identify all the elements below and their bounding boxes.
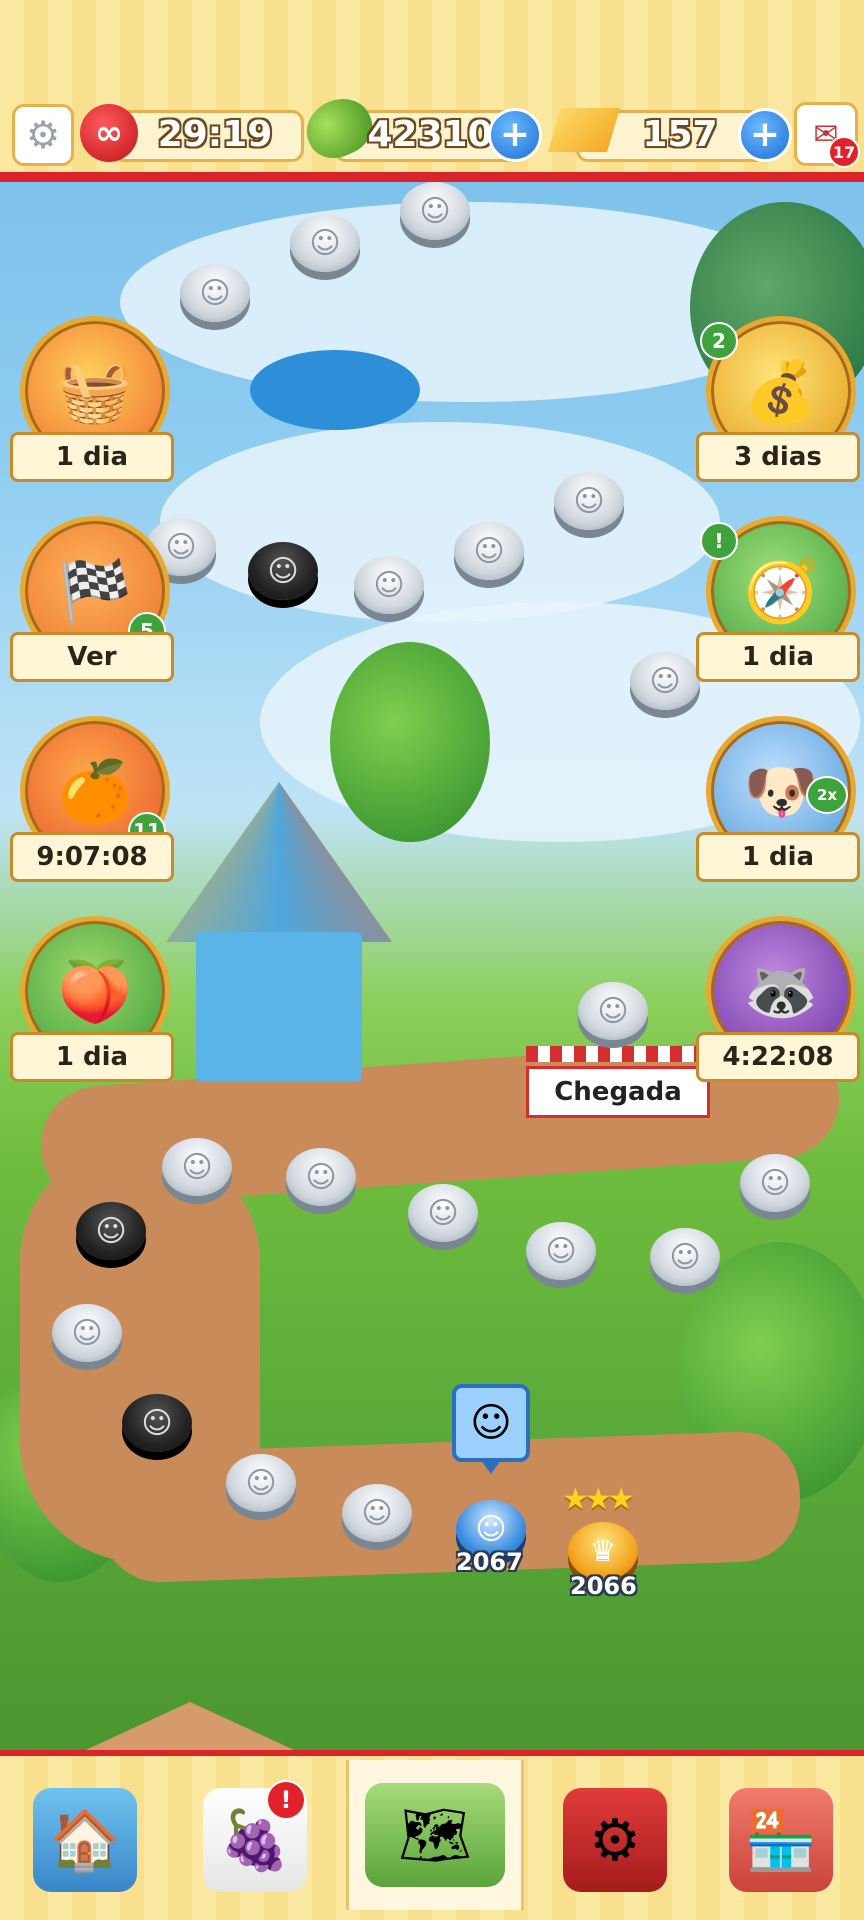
event-timer: 1 dia xyxy=(10,1032,174,1082)
gold-value: 157 xyxy=(642,113,718,155)
birdhouse-roof xyxy=(166,782,392,942)
level-node-locked[interactable]: ☺ xyxy=(630,652,700,710)
add-gold-button[interactable]: + xyxy=(738,108,792,162)
event-count-badge: 2 xyxy=(700,322,738,360)
map-icon: 🗺 xyxy=(365,1783,505,1887)
level-node-locked[interactable]: ☺ xyxy=(354,556,424,614)
event-multiplier-badge: 2x xyxy=(806,776,848,814)
shield-gear-icon: ⚙ xyxy=(563,1788,667,1892)
nav-tab-calendar[interactable]: 🍇 xyxy=(180,1770,330,1910)
plus-icon: + xyxy=(749,114,781,155)
plus-icon: + xyxy=(499,114,531,155)
event-timer: 3 dias xyxy=(696,432,860,482)
nav-tab-map[interactable]: 🗺 xyxy=(346,1760,524,1910)
completed-level-number: 2066 xyxy=(570,1572,637,1600)
level-node-locked[interactable]: ☺ xyxy=(650,1228,720,1286)
level-node-special[interactable]: ☺ xyxy=(122,1394,192,1452)
event-timer: 4:22:08 xyxy=(696,1032,860,1082)
nav-tab-shop[interactable]: 🏪 xyxy=(706,1770,856,1910)
add-beans-button[interactable]: + xyxy=(488,108,542,162)
level-node-locked[interactable]: ☺ xyxy=(286,1148,356,1206)
shop-stand-icon: 🏪 xyxy=(729,1788,833,1892)
finish-banner: Chegada xyxy=(526,1066,710,1118)
event-timer: 1 dia xyxy=(696,832,860,882)
event-alert-badge: ! xyxy=(700,522,738,560)
gear-icon: ⚙ xyxy=(25,113,61,157)
event-timer: 1 dia xyxy=(10,432,174,482)
level-node-locked[interactable]: ☺ xyxy=(226,1454,296,1512)
level-node-locked[interactable]: ☺ xyxy=(180,264,250,322)
nav-tab-farm[interactable]: 🏠 xyxy=(10,1770,160,1910)
level-node-special[interactable]: ☺ xyxy=(248,542,318,600)
lives-timer: 29:19 xyxy=(157,113,273,155)
level-node-locked[interactable]: ☺ xyxy=(408,1184,478,1242)
beans-value: 42310 xyxy=(367,113,493,155)
dirt-path xyxy=(97,1429,803,1585)
level-node-locked[interactable]: ☺ xyxy=(554,472,624,530)
level-node-locked[interactable]: ☺ xyxy=(52,1304,122,1362)
nav-tab-league[interactable]: ⚙ xyxy=(540,1770,690,1910)
event-view-label: Ver xyxy=(10,632,174,682)
inbox-count-badge: 17 xyxy=(828,136,860,168)
player-avatar-icon: ☺ xyxy=(452,1384,530,1474)
event-timer: 1 dia xyxy=(696,632,860,682)
level-node-special[interactable]: ☺ xyxy=(76,1202,146,1260)
birdhouse xyxy=(166,782,392,1082)
level-node-locked[interactable]: ☺ xyxy=(290,214,360,272)
level-node-locked[interactable]: ☺ xyxy=(162,1138,232,1196)
frozen-pond xyxy=(250,350,420,430)
level-node-locked[interactable]: ☺ xyxy=(578,982,648,1040)
top-bar-divider xyxy=(0,172,864,182)
settings-button[interactable]: ⚙ xyxy=(12,104,74,166)
level-node-locked[interactable]: ☺ xyxy=(342,1484,412,1542)
level-node-locked[interactable]: ☺ xyxy=(740,1154,810,1212)
finish-checker-strip xyxy=(526,1046,710,1062)
level-node-locked[interactable]: ☺ xyxy=(454,522,524,580)
level-node-locked[interactable]: ☺ xyxy=(400,182,470,240)
barn-icon: 🏠 xyxy=(33,1788,137,1892)
infinite-lives-icon: ∞ xyxy=(80,104,138,162)
snow-path xyxy=(160,422,720,622)
current-level-number: 2067 xyxy=(456,1548,523,1576)
event-timer: 9:07:08 xyxy=(10,832,174,882)
level-node-locked[interactable]: ☺ xyxy=(526,1222,596,1280)
wooden-cabin xyxy=(40,1702,340,1756)
level-stars: ★★★ xyxy=(562,1482,635,1517)
birdhouse-wall xyxy=(196,932,362,1082)
calendar-alert-badge: ! xyxy=(266,1780,306,1820)
